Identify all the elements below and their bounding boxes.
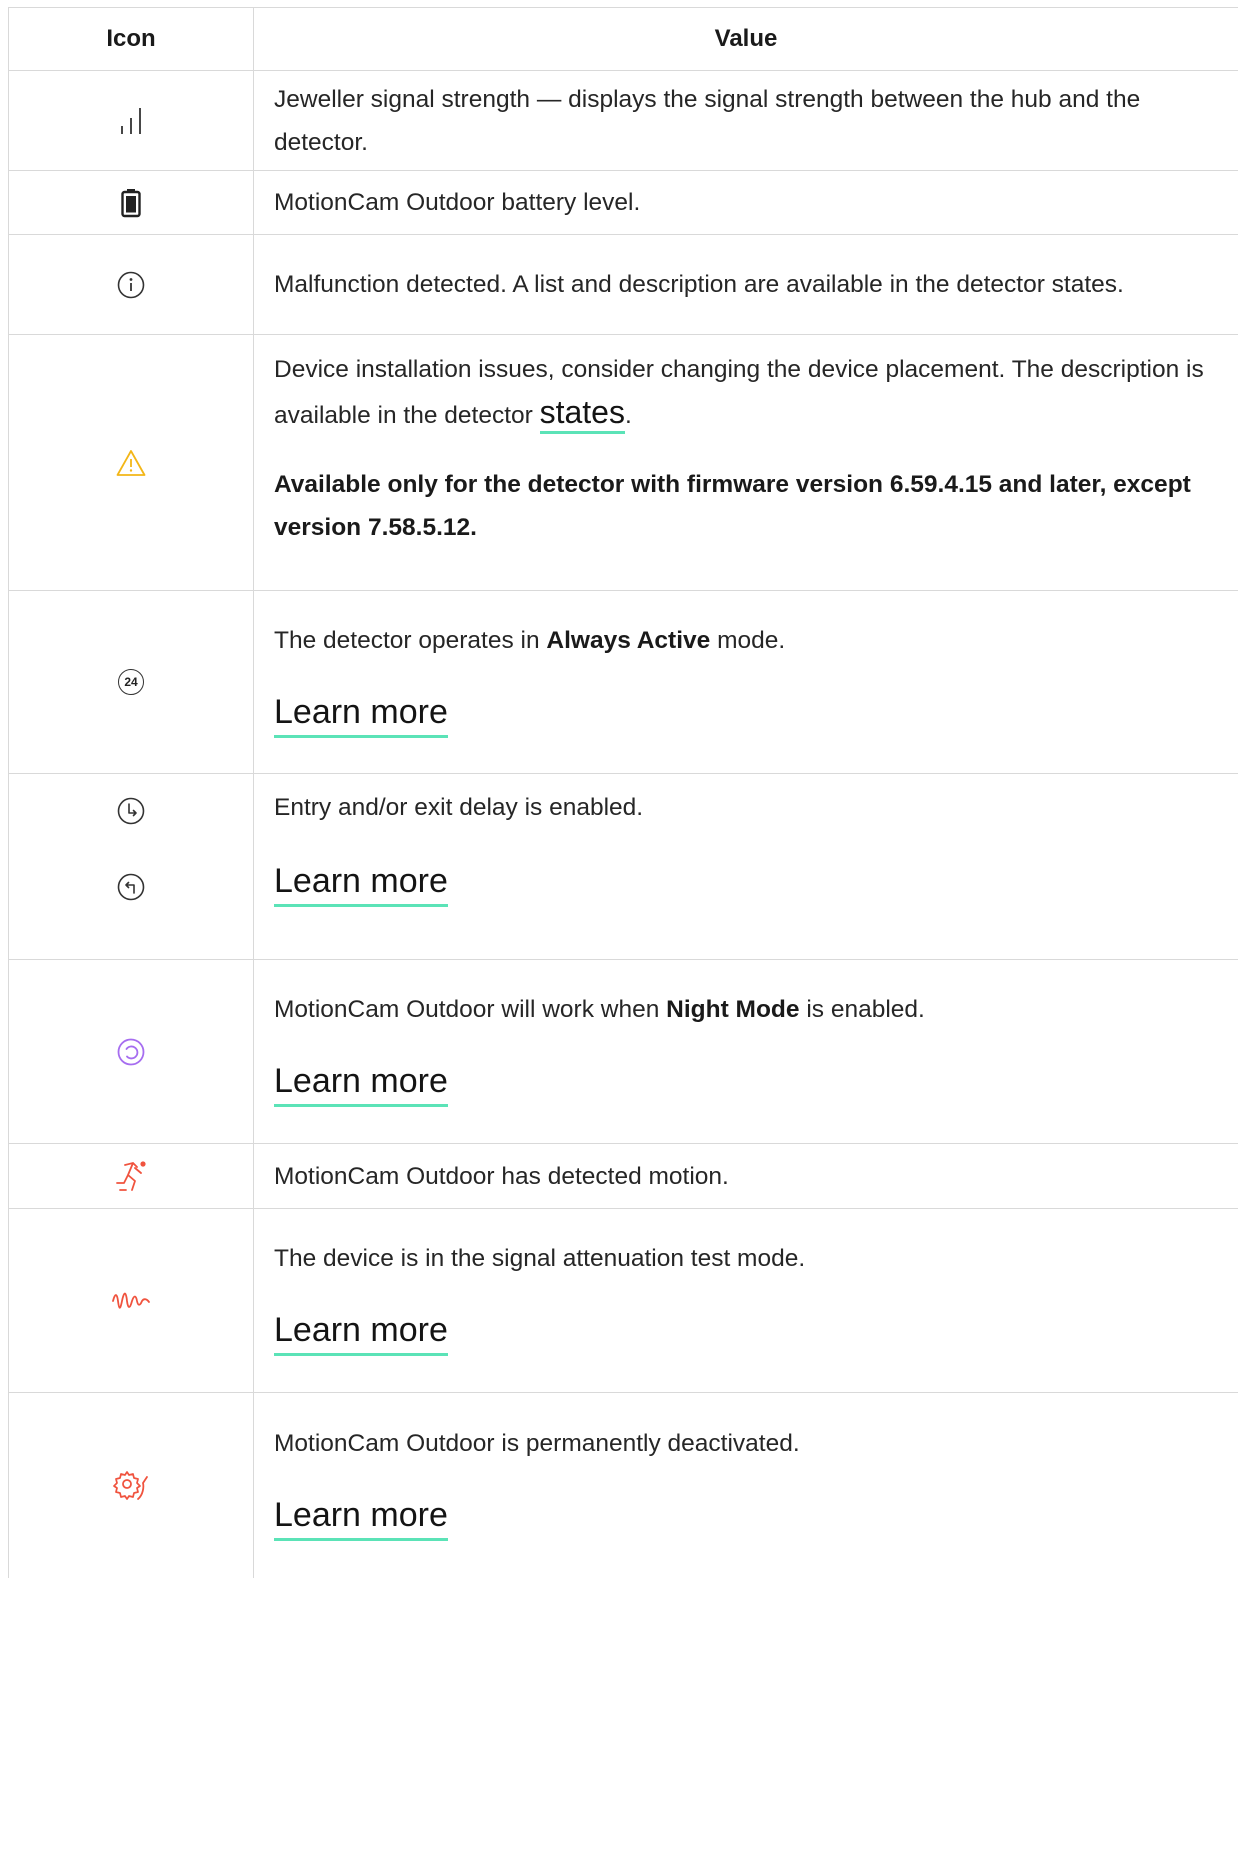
- states-link[interactable]: states: [539, 394, 625, 434]
- row-description: Device installation issues, consider cha…: [274, 348, 1218, 437]
- row-description: MotionCam Outdoor battery level.: [274, 189, 641, 216]
- value-cell: Device installation issues, consider cha…: [254, 335, 1238, 590]
- table-row: Entry and/or exit delay is enabled. Lear…: [8, 774, 1238, 960]
- row-description: Jeweller signal strength — displays the …: [274, 85, 1141, 156]
- icon-cell: 24: [8, 591, 254, 773]
- row-description: MotionCam Outdoor has detected motion.: [274, 1162, 729, 1190]
- row-description: MotionCam Outdoor is permanently deactiv…: [274, 1430, 800, 1457]
- icon-cell: [8, 1209, 254, 1392]
- learn-more-link[interactable]: Learn more: [274, 859, 448, 907]
- table-row: MotionCam Outdoor has detected motion.: [8, 1144, 1238, 1209]
- value-cell: The detector operates in Always Active m…: [254, 591, 1238, 773]
- row-description: Malfunction detected. A list and descrip…: [274, 271, 1124, 298]
- value-cell: MotionCam Outdoor is permanently deactiv…: [254, 1393, 1238, 1578]
- header-icon-cell: Icon: [8, 8, 254, 70]
- table-row: Malfunction detected. A list and descrip…: [8, 235, 1238, 335]
- signal-strength-icon: [121, 107, 141, 134]
- icon-cell: [8, 1393, 254, 1578]
- value-cell: Jeweller signal strength — displays the …: [254, 71, 1238, 170]
- value-cell: Malfunction detected. A list and descrip…: [254, 235, 1238, 334]
- value-cell: The device is in the signal attenuation …: [254, 1209, 1238, 1392]
- value-cell: MotionCam Outdoor has detected motion.: [254, 1144, 1238, 1208]
- firmware-note: Available only for the detector with fir…: [274, 471, 1191, 541]
- icon-cell: [8, 960, 254, 1143]
- row-description: The detector operates in Always Active m…: [274, 619, 1218, 662]
- learn-more-link[interactable]: Learn more: [274, 1308, 448, 1356]
- description-text: is enabled.: [799, 996, 925, 1023]
- description-text: mode.: [710, 626, 786, 654]
- learn-more-link[interactable]: Learn more: [274, 1493, 448, 1541]
- deactivated-icon: [113, 1470, 148, 1500]
- motion-detected-icon: [116, 1161, 146, 1191]
- table-row: Jeweller signal strength — displays the …: [8, 71, 1238, 171]
- table-row: 24 The detector operates in Always Activ…: [8, 591, 1238, 774]
- signal-attenuation-icon: [112, 1292, 150, 1309]
- value-cell: Entry and/or exit delay is enabled. Lear…: [254, 774, 1238, 959]
- warning-icon: [116, 449, 146, 476]
- icon-cell: [8, 335, 254, 590]
- info-icon: [117, 271, 145, 298]
- table-row: MotionCam Outdoor will work when Night M…: [8, 960, 1238, 1144]
- icon-cell: [8, 71, 254, 170]
- icon-cell: [8, 235, 254, 334]
- header-value-cell: Value: [254, 8, 1238, 70]
- icon-cell: [8, 171, 254, 234]
- description-text: Device installation issues, consider cha…: [274, 356, 1204, 429]
- table-row: The device is in the signal attenuation …: [8, 1209, 1238, 1393]
- row-description: The device is in the signal attenuation …: [274, 1245, 806, 1272]
- mode-name: Night Mode: [666, 996, 800, 1023]
- value-column-header: Value: [714, 25, 778, 52]
- value-cell: MotionCam Outdoor battery level.: [254, 171, 1238, 234]
- device-states-table: Icon Value Jeweller signal strength — di…: [8, 7, 1238, 1578]
- icon-column-header: Icon: [106, 25, 156, 52]
- description-text: The detector operates in: [274, 626, 547, 654]
- icon-cell: [8, 1144, 254, 1208]
- mode-name: Always Active: [546, 626, 711, 654]
- description-text: MotionCam Outdoor will work when: [274, 996, 667, 1023]
- exit-delay-icon: [117, 873, 145, 901]
- value-cell: MotionCam Outdoor will work when Night M…: [254, 960, 1238, 1143]
- learn-more-link[interactable]: Learn more: [274, 1059, 448, 1107]
- table-header-row: Icon Value: [8, 8, 1238, 71]
- entry-delay-icon: [117, 797, 145, 825]
- description-period: .: [624, 402, 632, 429]
- always-active-24-icon: 24: [118, 669, 144, 695]
- row-description: MotionCam Outdoor will work when Night M…: [274, 988, 1218, 1031]
- icon-cell: [8, 774, 254, 959]
- night-mode-icon: [117, 1038, 145, 1065]
- table-row: MotionCam Outdoor is permanently deactiv…: [8, 1393, 1238, 1578]
- table-row: MotionCam Outdoor battery level.: [8, 171, 1238, 235]
- battery-icon: [121, 188, 141, 217]
- table-row: Device installation issues, consider cha…: [8, 335, 1238, 591]
- row-description: Entry and/or exit delay is enabled.: [274, 794, 644, 821]
- learn-more-link[interactable]: Learn more: [274, 690, 448, 738]
